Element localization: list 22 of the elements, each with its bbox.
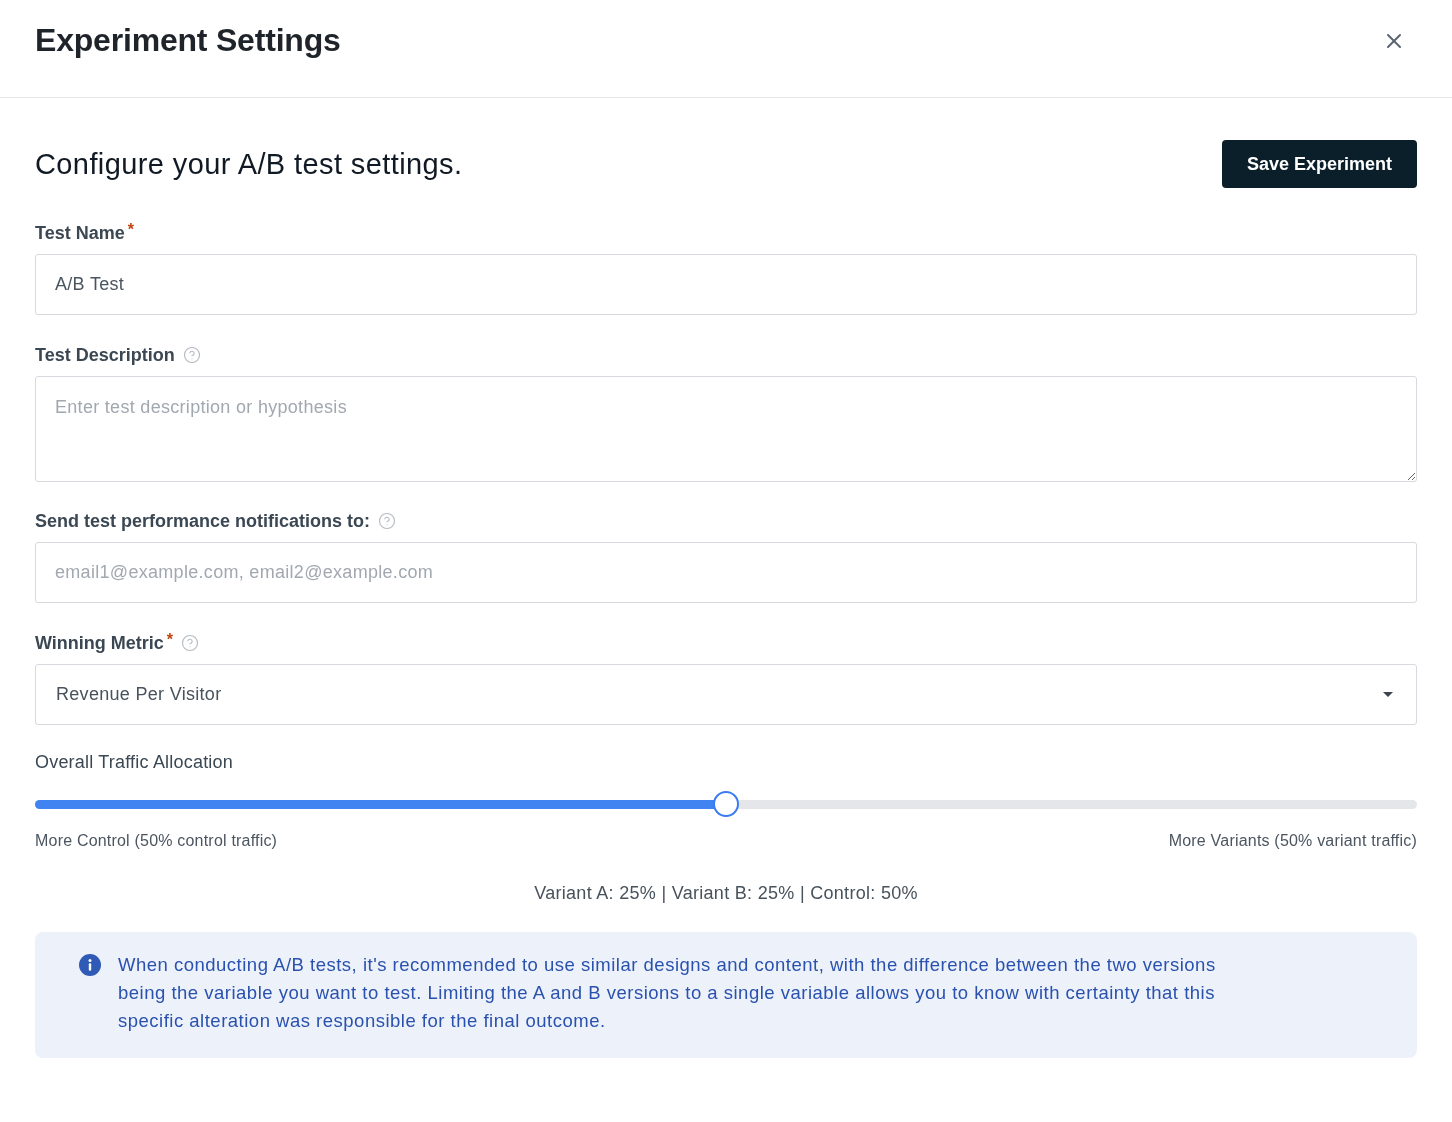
slider-max-label: More Variants (50% variant traffic) [1168, 831, 1417, 851]
info-text: When conducting A/B tests, it's recommended to use similar designs and content, with the difference between the two versions being the variable you want to test. Limiting the A and B versions to a single variable allows you to know with certainty that this specific alteration was responsible for the final outcome. [118, 953, 1217, 1033]
dialog-title: Experiment Settings [35, 22, 341, 59]
required-mark: * [166, 631, 174, 649]
field-label: Test Name [35, 222, 125, 245]
save-experiment-button[interactable]: Save Experiment [1221, 140, 1417, 188]
required-mark: * [127, 221, 134, 239]
slider-min-label: More Control (50% control traffic) [35, 831, 278, 851]
slider-label: Overall Traffic Allocation [35, 751, 234, 774]
allocation-summary: Variant A: 25% | Variant B: 25% | Control: 50% [534, 882, 918, 905]
text-input-field[interactable]: email1@example.com, email2@example.com [35, 542, 1417, 603]
text-input-field[interactable]: A/B Test [35, 254, 1417, 315]
info-icon [79, 954, 101, 976]
metric-select[interactable]: Revenue Per Visitor [35, 664, 1417, 725]
section-heading: Configure your A/B test settings. [35, 147, 463, 181]
slider-thumb[interactable] [713, 791, 739, 817]
field-label: Test Description [35, 344, 175, 367]
field-label: Winning Metric [35, 632, 164, 655]
field-label: Send test performance notifications to: [35, 510, 371, 533]
caret-down-icon [1383, 692, 1393, 697]
description-textarea[interactable]: Enter test description or hypothesis [35, 376, 1417, 482]
slider-track[interactable] [35, 791, 1417, 817]
